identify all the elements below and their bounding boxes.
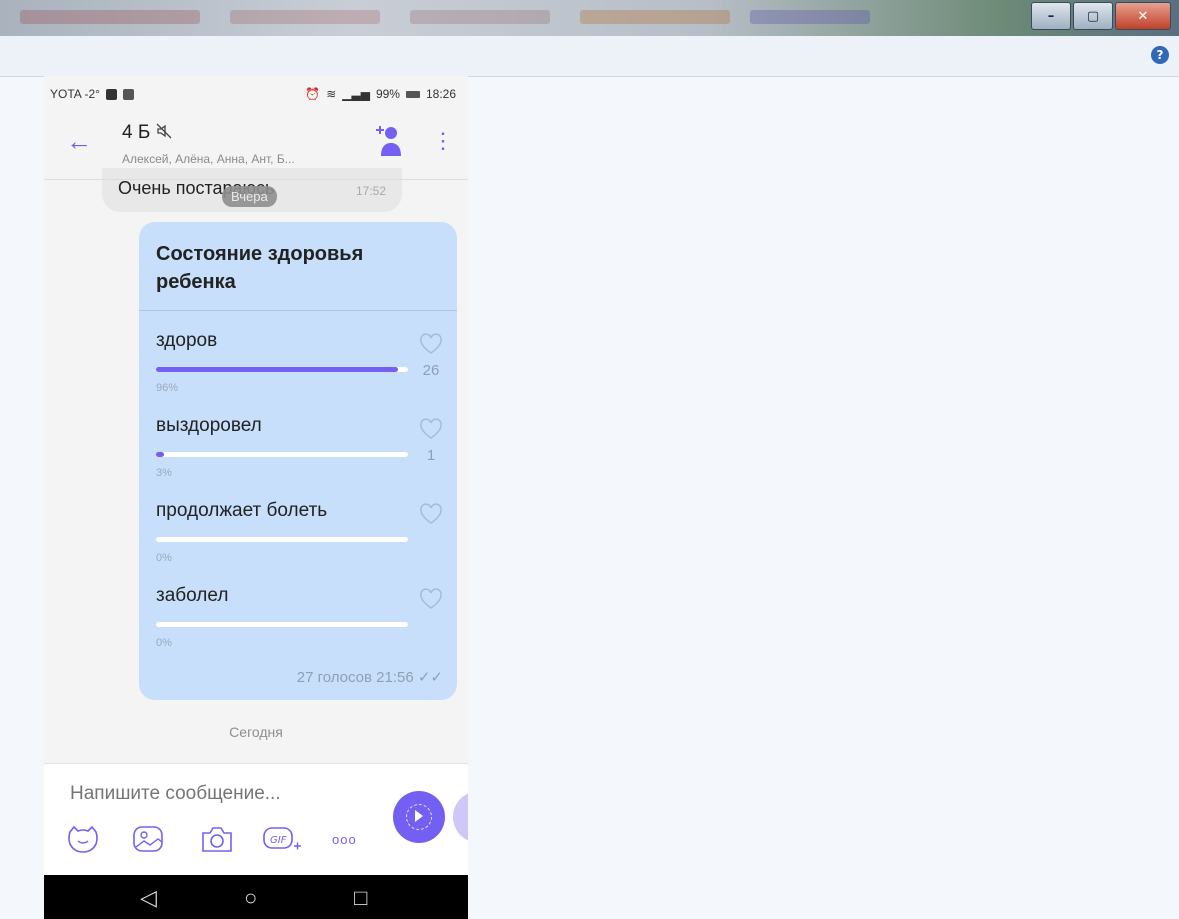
message-input[interactable] <box>68 782 372 806</box>
sticker-icon[interactable] <box>66 824 100 854</box>
compose-bar: GIF ooo <box>44 763 468 876</box>
help-icon[interactable]: ? <box>1151 46 1169 64</box>
carrier-label: YOTA -2° <box>50 87 100 101</box>
poll-option-label: продолжает болеть <box>156 500 328 521</box>
battery-percent: 99% <box>375 87 400 101</box>
poll-option-label: здоров <box>156 330 218 351</box>
more-vert-icon[interactable]: ⋮ <box>432 130 454 152</box>
poll-option-label: выздоровел <box>156 415 262 436</box>
mute-icon <box>156 123 172 139</box>
add-participant-icon[interactable] <box>374 124 404 158</box>
header-divider <box>44 179 468 180</box>
poll-option-percent: 0% <box>156 552 172 564</box>
heart-icon[interactable] <box>419 503 443 525</box>
poll-option-percent: 96% <box>156 382 179 394</box>
back-arrow-icon[interactable]: ← <box>66 126 92 157</box>
alarm-icon: ⏰ <box>305 87 321 101</box>
poll-question: Состояние здоровья ребенка <box>156 243 364 293</box>
chat-title: 4 Б <box>122 122 151 143</box>
wifi-icon: ≋ <box>326 87 337 101</box>
poll-bar-track <box>156 367 408 372</box>
secondary-action-button[interactable] <box>453 791 468 843</box>
poll-option-count: 26 <box>422 362 440 379</box>
poll-option[interactable]: продолжает болеть 0% <box>156 500 452 570</box>
date-chip: Вчера <box>222 186 277 207</box>
more-dots-icon[interactable]: ooo <box>332 832 357 847</box>
window-titlebar: – ▢ ✕ <box>0 0 1179 36</box>
poll-option-label: заболел <box>156 585 229 606</box>
heart-icon[interactable] <box>419 418 443 440</box>
phone-screen: YOTA -2° ⏰ ≋ ▁▃▅ 99% 18:26 ← 4 Б Алексей… <box>44 76 468 919</box>
poll-footer: 27 голосов 21:56 ✓✓ <box>297 668 443 686</box>
camera-icon[interactable] <box>200 824 234 854</box>
poll-option-percent: 3% <box>156 467 172 479</box>
chat-participants: Алексей, Алёна, Анна, Ант, Б... <box>122 152 295 166</box>
poll-option-percent: 0% <box>156 637 172 649</box>
poll-bar-track <box>156 452 408 457</box>
status-bar: YOTA -2° ⏰ ≋ ▁▃▅ 99% 18:26 <box>44 76 468 112</box>
android-navbar: ◁ ○ □ <box>44 875 468 919</box>
message-time: 17:52 <box>356 184 387 198</box>
poll-option[interactable]: заболел 0% <box>156 585 452 655</box>
close-button[interactable]: ✕ <box>1115 2 1171 30</box>
gallery-icon[interactable] <box>132 824 164 854</box>
poll-bar-track <box>156 622 408 627</box>
notification-icon <box>105 88 117 100</box>
signal-icon: ▁▃▅ <box>342 87 370 101</box>
nav-home-icon[interactable]: ○ <box>244 885 257 911</box>
heart-icon[interactable] <box>419 588 443 610</box>
image-notification-icon <box>122 88 134 100</box>
chat-title-block[interactable]: 4 Б <box>122 122 172 144</box>
send-button[interactable] <box>393 791 445 843</box>
poll-option[interactable]: выздоровел 3% 1 <box>156 415 452 485</box>
poll-divider <box>139 310 457 311</box>
gif-icon[interactable]: GIF <box>262 824 302 854</box>
battery-icon <box>405 90 420 98</box>
play-icon <box>415 810 423 822</box>
read-checkmarks-icon: ✓✓ <box>417 669 443 686</box>
nav-recents-icon[interactable]: □ <box>354 885 367 911</box>
svg-text:GIF: GIF <box>270 835 287 846</box>
date-separator: Сегодня <box>229 724 283 740</box>
poll-option[interactable]: здоров 96% 26 <box>156 330 452 400</box>
menubar: ? <box>0 36 1179 77</box>
clock: 18:26 <box>425 87 456 101</box>
poll-votes-time: 27 голосов 21:56 <box>296 669 414 686</box>
poll-option-count: 1 <box>426 447 436 464</box>
poll-card: Состояние здоровья ребенка здоров 96% 26… <box>139 222 457 700</box>
poll-bar-fill <box>156 452 164 457</box>
minimize-button[interactable]: – <box>1031 2 1071 30</box>
poll-bar-fill <box>156 367 398 372</box>
nav-back-icon[interactable]: ◁ <box>140 885 157 911</box>
heart-icon[interactable] <box>419 333 443 355</box>
maximize-button[interactable]: ▢ <box>1073 2 1113 30</box>
poll-bar-track <box>156 537 408 542</box>
